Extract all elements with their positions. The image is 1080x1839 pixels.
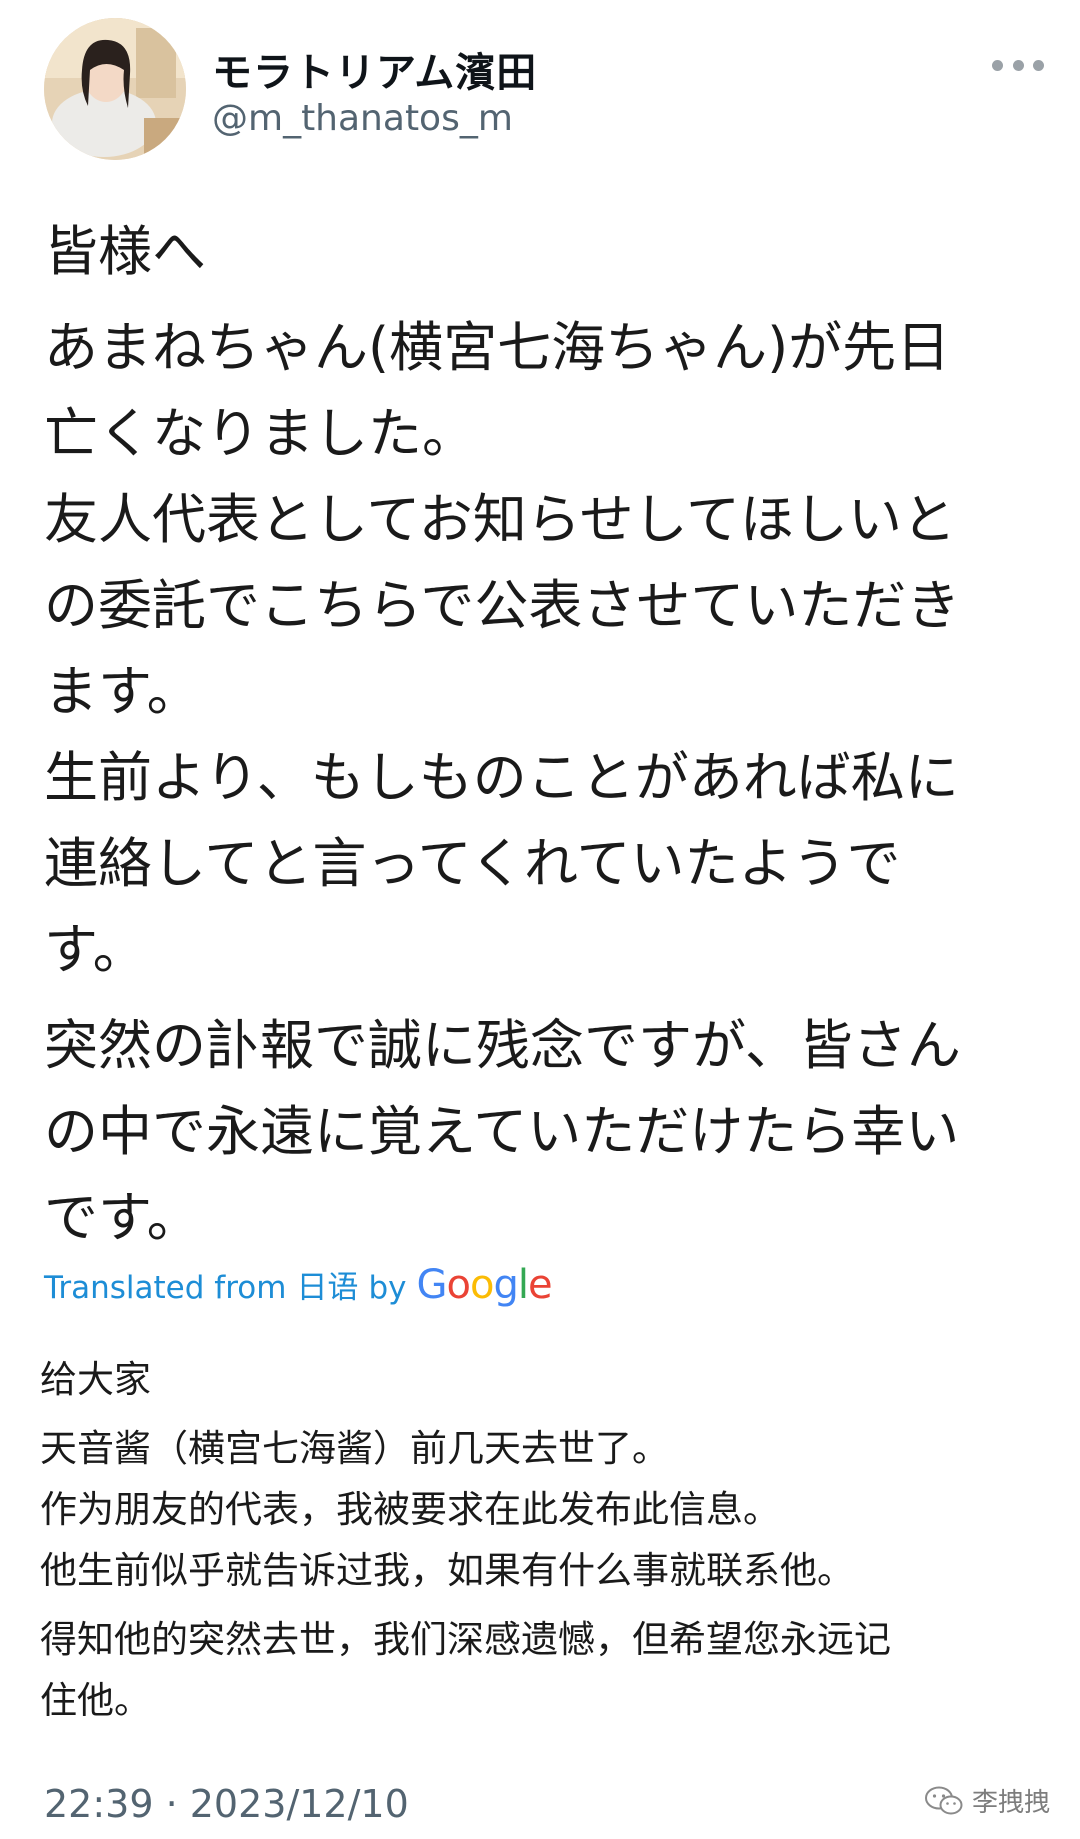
tweet-text-line: す。 — [44, 918, 147, 981]
more-options-icon[interactable] — [992, 50, 1044, 80]
display-name[interactable]: モラトリアム濱田 — [212, 40, 537, 98]
avatar[interactable] — [44, 18, 186, 160]
tweet-text: 皆様へ あまねちゃん(横宮七海ちゃん)が先日 亡くなりました。 友人代表としてお… — [44, 212, 1044, 1264]
translated-text-line: 天音酱（横宫七海酱）前几天去世了。 — [40, 1427, 669, 1470]
tweet-text-line: 皆様へ — [44, 220, 206, 283]
wechat-icon — [924, 1786, 963, 1814]
tweet-text-line: 亡くなりました。 — [44, 402, 476, 465]
dot — [1012, 59, 1024, 71]
tweet-text-line: あまねちゃん(横宮七海ちゃん)が先日 — [44, 316, 951, 379]
translated-text-line: 得知他的突然去世，我们深感遗憾，但希望您永远记 — [40, 1618, 891, 1661]
dot — [992, 59, 1003, 71]
translated-text-line: 他生前似乎就告诉过我，如果有什么事就联系他。 — [40, 1549, 854, 1592]
translated-text-line: 给大家 — [40, 1358, 151, 1401]
dot — [1033, 59, 1044, 71]
tweet-text-line: 友人代表としてお知らせしてほしいと — [44, 488, 957, 551]
avatar-image — [44, 18, 186, 160]
tweet-text-line: の委託でこちらで公表させていただき — [44, 574, 961, 637]
source-language: 日语 — [296, 1270, 359, 1306]
by-label: by — [368, 1270, 407, 1306]
google-logo: Google — [416, 1262, 552, 1308]
tweet-text-line: ます。 — [44, 660, 201, 723]
tweet-card: モラトリアム濱田 @m_thanatos_m 皆様へ あまねちゃん(横宮七海ちゃ… — [0, 0, 1080, 1839]
translated-from-label: Translated from — [44, 1270, 287, 1306]
tweet-text-line: です。 — [44, 1186, 201, 1249]
tweet-text-line: 連絡してと言ってくれていたようで — [44, 832, 901, 895]
watermark: 李拽拽 — [924, 1782, 1050, 1819]
tweet-text-line: の中で永遠に覚えていただけたら幸い — [44, 1100, 960, 1163]
tweet-text-line: 突然の訃報で誠に残念ですが、皆さん — [44, 1014, 961, 1077]
translated-text-line: 住他。 — [40, 1679, 151, 1722]
watermark-text: 李拽拽 — [971, 1788, 1050, 1818]
translation-attribution-link[interactable]: Translated from 日语 by Google — [44, 1262, 553, 1312]
tweet-timestamp[interactable]: 22:39 · 2023/12/10 — [44, 1782, 409, 1826]
translated-text-line: 作为朋友的代表，我被要求在此发布此信息。 — [40, 1488, 780, 1531]
translated-text: 给大家 天音酱（横宫七海酱）前几天去世了。 作为朋友的代表，我被要求在此发布此信… — [40, 1352, 1040, 1734]
tweet-text-line: 生前より、もしものことがあれば私に — [44, 746, 959, 809]
user-handle[interactable]: @m_thanatos_m — [212, 98, 513, 139]
tweet-header: モラトリアム濱田 @m_thanatos_m — [44, 18, 1044, 160]
